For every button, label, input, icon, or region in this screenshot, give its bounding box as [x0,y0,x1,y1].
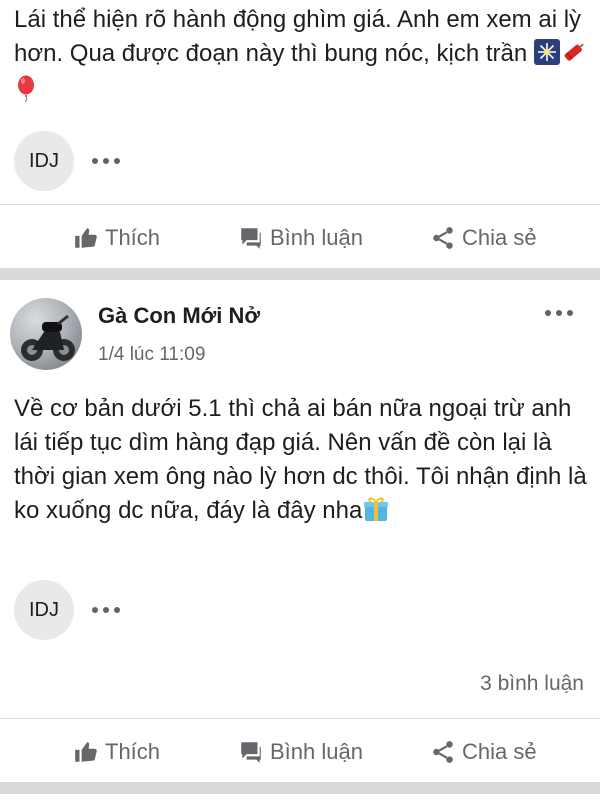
comment-button[interactable]: Bình luận [238,739,363,765]
comment-button[interactable]: Bình luận [238,225,363,251]
post-1-text-block: Lái thể hiện rõ hành động ghìm giá. Anh … [14,3,590,113]
post-2-text-block: Về cơ bản dưới 5.1 thì chả ai bán nữa ng… [14,392,590,532]
comment-count[interactable]: 3 bình luận [480,672,584,696]
comment-label: Bình luận [270,225,363,250]
post-1-reactions-row: IDJ [14,131,120,191]
more-options-icon[interactable] [92,607,120,613]
comment-label: Bình luận [270,739,363,764]
share-label: Chia sẻ [462,739,537,764]
post-2-reactions-row: IDJ [14,580,120,640]
more-options-icon[interactable] [92,158,120,164]
sparkler-icon [533,39,560,75]
share-button[interactable]: Chia sẻ [430,739,537,765]
divider [0,718,600,719]
comment-icon [241,228,261,249]
post-2-action-bar: Thích Bình luận Chia sẻ [0,724,600,780]
gift-icon [362,496,390,532]
comment-icon [241,742,261,763]
share-icon [433,227,453,249]
post-separator [0,268,600,280]
share-button[interactable]: Chia sẻ [430,225,537,251]
post-timestamp[interactable]: 1/4 lúc 11:09 [98,344,205,366]
like-button[interactable]: Thích [73,739,160,765]
post-1-text: Lái thể hiện rõ hành động ghìm giá. Anh … [14,6,582,67]
firecracker-icon [560,39,588,75]
share-label: Chia sẻ [462,225,537,250]
divider [0,204,600,205]
post-separator [0,782,600,794]
idj-chip[interactable]: IDJ [14,131,74,191]
avatar[interactable] [10,298,82,370]
author-name[interactable]: Gà Con Mới Nở [98,303,260,329]
like-button[interactable]: Thích [73,225,160,251]
post-2-text: Về cơ bản dưới 5.1 thì chả ai bán nữa ng… [14,395,587,524]
thumbs-up-icon [75,742,97,762]
balloon-icon [14,75,38,113]
like-label: Thích [105,225,161,250]
thumbs-up-icon [75,228,97,248]
post-menu-icon[interactable] [545,310,573,316]
idj-chip[interactable]: IDJ [14,580,74,640]
post-1-action-bar: Thích Bình luận Chia sẻ [0,210,600,266]
motorcycle-avatar-icon [21,314,75,361]
like-label: Thích [105,739,161,764]
share-icon [433,741,453,763]
